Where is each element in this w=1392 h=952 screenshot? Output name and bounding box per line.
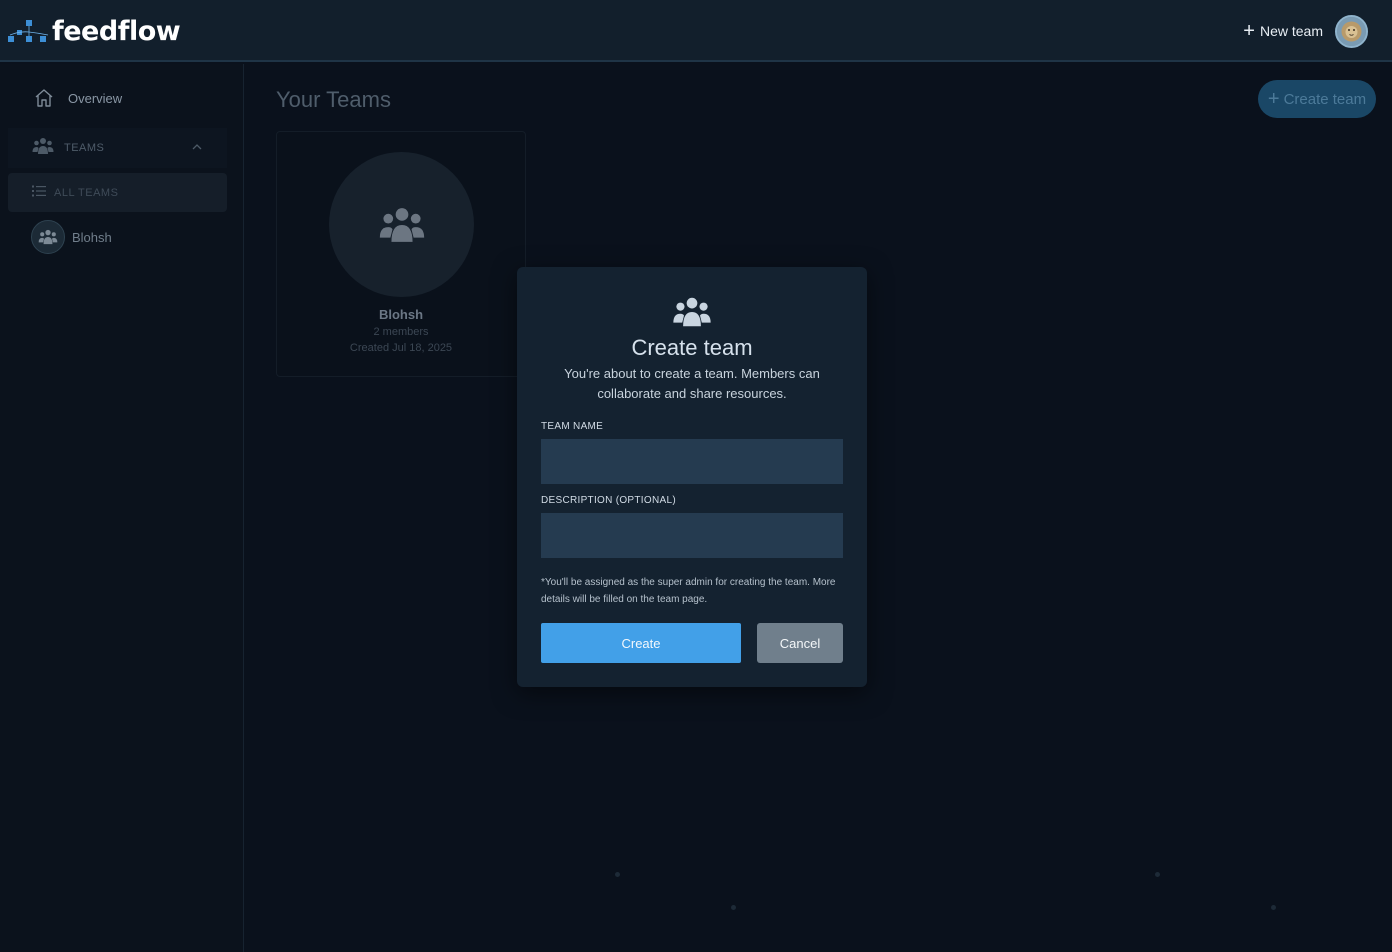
sidebar-item-overview[interactable]: Overview (34, 86, 122, 110)
team-card-created: Created Jul 18, 2025 (349, 342, 453, 354)
background-dot (615, 872, 620, 877)
sidebar-section-label: TEAMS (64, 142, 105, 154)
sidebar-item-label: ALL TEAMS (54, 186, 119, 199)
create-button[interactable]: Create (541, 623, 741, 663)
teams-icon (32, 137, 54, 160)
chevron-up-icon[interactable] (191, 140, 203, 158)
new-team-button[interactable]: + New team (1243, 21, 1323, 41)
create-team-label: Create team (1283, 90, 1367, 108)
team-group-icon (672, 296, 712, 328)
sidebar-item-all-teams[interactable]: ALL TEAMS (8, 173, 227, 212)
top-header: feedflow + New team (0, 0, 1392, 62)
modal-title: Create team (631, 335, 753, 360)
team-avatar (31, 220, 65, 254)
create-team-modal: Create team You're about to create a tea… (517, 267, 867, 687)
header-actions: + New team (1243, 13, 1368, 49)
sidebar-item-label: Blohsh (72, 229, 112, 245)
sidebar-item-team[interactable]: Blohsh (31, 220, 112, 254)
new-team-label: New team (1259, 23, 1323, 39)
home-icon (34, 88, 54, 108)
app-name: feedflow (52, 15, 181, 47)
background-dot (1271, 905, 1276, 910)
team-group-icon (38, 229, 58, 245)
team-group-icon (379, 207, 424, 242)
create-team-button[interactable]: + Create team (1258, 80, 1376, 118)
team-name-label: TEAM NAME (541, 421, 604, 432)
description-input[interactable] (541, 513, 843, 558)
team-card[interactable]: Blohsh 2 members Created Jul 18, 2025 (276, 131, 526, 377)
plus-icon: + (1267, 88, 1280, 110)
background-dot (1155, 872, 1160, 877)
app-logo[interactable]: feedflow (8, 14, 181, 48)
user-avatar[interactable] (1335, 14, 1368, 48)
team-name-input[interactable] (541, 439, 843, 484)
page-title: Your Teams (276, 87, 391, 112)
sidebar-item-label: Overview (68, 90, 123, 106)
modal-description: You're about to create a team. Members c… (564, 366, 820, 401)
feedflow-logo-icon (8, 16, 50, 46)
plus-icon: + (1243, 20, 1255, 42)
team-card-avatar (329, 152, 474, 297)
list-icon (32, 184, 46, 202)
team-card-members: 2 members (373, 326, 429, 338)
sidebar: Overview TEAMS ALL TEAMS Blohsh (0, 64, 244, 952)
background-dot (731, 905, 736, 910)
description-label: DESCRIPTION (OPTIONAL) (541, 495, 676, 506)
lion-avatar-icon (1337, 16, 1366, 46)
cancel-button[interactable]: Cancel (757, 623, 843, 663)
modal-note: *You'll be assigned as the super admin f… (541, 577, 836, 605)
team-card-name: Blohsh (378, 307, 424, 322)
sidebar-section-teams[interactable]: TEAMS (8, 128, 227, 168)
